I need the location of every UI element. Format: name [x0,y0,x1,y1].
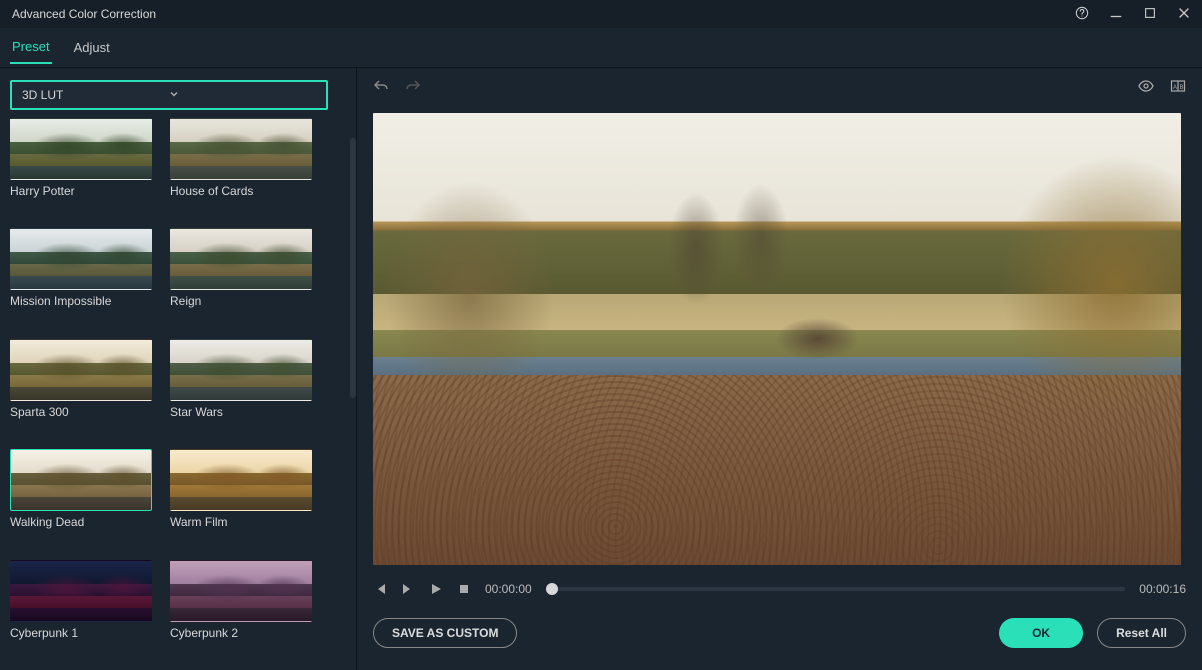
time-total: 00:00:16 [1139,582,1186,596]
preset-label: Star Wars [170,405,312,419]
play-button[interactable] [429,582,443,596]
preset-label: Reign [170,294,312,308]
ok-button[interactable]: OK [999,618,1083,648]
preset-thumb [170,228,312,290]
preset-item[interactable]: Cyberpunk 2 [170,560,312,660]
lut-dropdown-label: 3D LUT [22,88,169,102]
playback-track[interactable] [546,587,1126,591]
main-area: 3D LUT Harry Potter House of Cards Mission… [0,68,1202,670]
playback-bar: 00:00:00 00:00:16 [373,569,1186,608]
tab-preset[interactable]: Preset [10,31,52,64]
preset-thumb [170,449,312,511]
save-as-custom-button[interactable]: SAVE AS CUSTOM [373,618,517,648]
preview-image [373,113,1181,565]
preset-item[interactable]: Harry Potter [10,118,152,218]
preset-item[interactable]: Star Wars [170,339,312,439]
compare-icon[interactable]: AB [1170,78,1186,97]
lut-dropdown[interactable]: 3D LUT [10,80,328,110]
svg-text:A: A [1173,85,1177,91]
preset-thumb [10,339,152,401]
preset-item[interactable]: House of Cards [170,118,312,218]
preset-thumb [170,118,312,180]
preset-label: Harry Potter [10,184,152,198]
preset-label: Cyberpunk 2 [170,626,312,640]
footer-bar: SAVE AS CUSTOM OK Reset All [373,609,1186,658]
next-frame-button[interactable] [401,582,415,596]
svg-text:B: B [1180,85,1184,91]
window-title: Advanced Color Correction [12,7,1074,21]
tab-adjust[interactable]: Adjust [72,32,112,63]
close-icon[interactable] [1176,6,1192,23]
preset-grid: Harry Potter House of Cards Mission Imposs… [10,118,348,660]
preset-thumb [10,449,152,511]
preset-thumb [10,228,152,290]
redo-icon[interactable] [405,78,421,97]
chevron-down-icon [169,89,316,102]
preset-thumb [10,560,152,622]
prev-frame-button[interactable] [373,582,387,596]
time-current: 00:00:00 [485,582,532,596]
right-panel: AB 00:00:00 00:00:16 SAVE AS CUS [356,68,1202,670]
preset-label: Warm Film [170,515,312,529]
preset-label: Cyberpunk 1 [10,626,152,640]
left-panel: 3D LUT Harry Potter House of Cards Mission… [0,68,356,670]
preset-thumb [10,118,152,180]
preset-thumb [170,339,312,401]
preset-thumb [170,560,312,622]
playback-knob[interactable] [546,583,558,595]
reset-all-button[interactable]: Reset All [1097,618,1186,648]
undo-icon[interactable] [373,78,389,97]
preset-label: Sparta 300 [10,405,152,419]
window-controls [1074,6,1192,23]
preset-label: Mission Impossible [10,294,152,308]
preset-item[interactable]: Reign [170,228,312,328]
titlebar: Advanced Color Correction [0,0,1202,28]
preset-label: House of Cards [170,184,312,198]
preset-item[interactable]: Walking Dead [10,449,152,549]
minimize-icon[interactable] [1108,6,1124,23]
preset-item[interactable]: Warm Film [170,449,312,549]
stop-button[interactable] [457,582,471,596]
preset-label: Walking Dead [10,515,152,529]
preview-toolbar: AB [373,68,1186,107]
preset-item[interactable]: Sparta 300 [10,339,152,439]
eye-icon[interactable] [1138,78,1154,97]
maximize-icon[interactable] [1142,6,1158,23]
preset-item[interactable]: Cyberpunk 1 [10,560,152,660]
help-icon[interactable] [1074,6,1090,23]
preset-scrollbar[interactable] [350,138,356,398]
tab-bar: Preset Adjust [0,28,1202,68]
preset-item[interactable]: Mission Impossible [10,228,152,328]
